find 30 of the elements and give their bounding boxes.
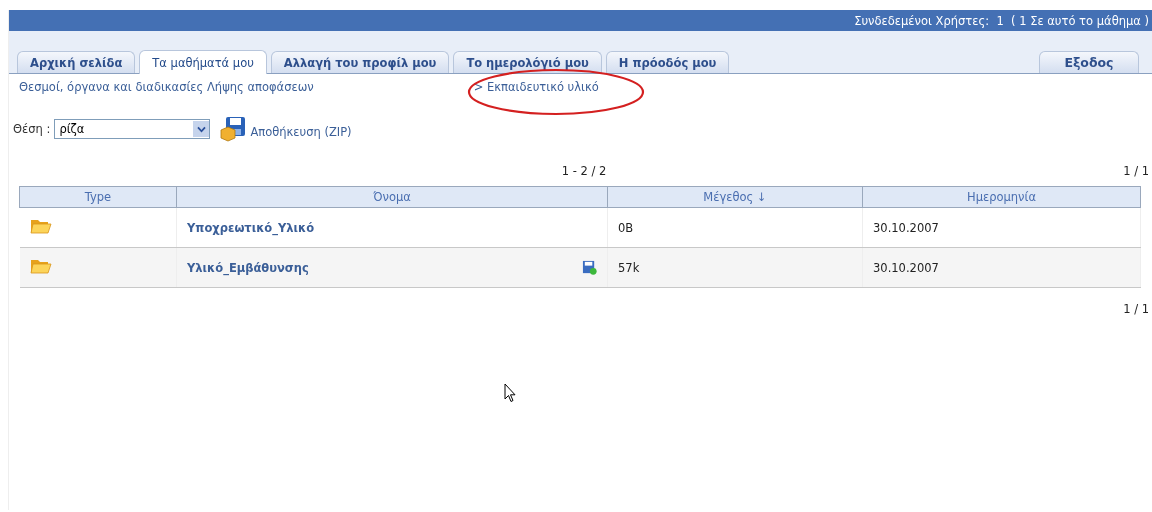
course-link[interactable]: Θεσμοί, όργανα και διαδικασίες Λήψης αποφάσεων [19,80,314,102]
column-header[interactable]: Type [19,186,177,208]
column-header[interactable]: Μέγεθος ↓ [607,186,863,208]
floppy-box-icon [220,116,247,142]
nav-tab[interactable]: Αλλαγή του προφίλ μου [270,51,450,73]
folder-link[interactable]: Υποχρεωτικό_Υλικό [187,220,315,235]
folder-icon [29,217,52,235]
size-cell: 0B [607,207,863,248]
size-cell: 57k [607,247,863,288]
nav-tab[interactable]: Το ημερολόγιό μου [453,51,602,73]
logout-tab[interactable]: Εξοδος [1039,51,1139,73]
location-label: Θέση : [13,122,51,136]
location-dropdown[interactable]: ρίζα [54,119,211,139]
online-users-text: Συνδεδεμένοι Χρήστες: 1 ( 1 Σε αυτό το μάθημα ) [854,13,1149,28]
date-cell: 30.10.2007 [862,207,1141,248]
page-count-text: 1 / 1 [1122,164,1149,178]
column-header[interactable]: Όνομα [176,186,608,208]
dropdown-caret-icon [196,125,206,133]
nav-tab[interactable]: Αρχική σελίδα [17,51,136,73]
nav-tab[interactable]: Η πρόοδός μου [605,51,730,73]
download-icon[interactable] [582,260,597,275]
date-cell: 30.10.2007 [862,247,1141,288]
item-range-text: 1 - 2 / 2 [561,164,607,178]
page-count-text: 1 / 1 [1123,302,1149,316]
nav-tab[interactable]: Τα μαθήματά μου [139,50,267,74]
mouse-pointer-icon [504,383,516,403]
folder-icon [29,257,52,275]
save-zip-link[interactable]: Αποθήκευση (ZIP) [250,125,352,139]
folder-link[interactable]: Υλικό_Εμβάθυνσης [187,260,309,275]
column-header[interactable]: Ημερομηνία [862,186,1141,208]
